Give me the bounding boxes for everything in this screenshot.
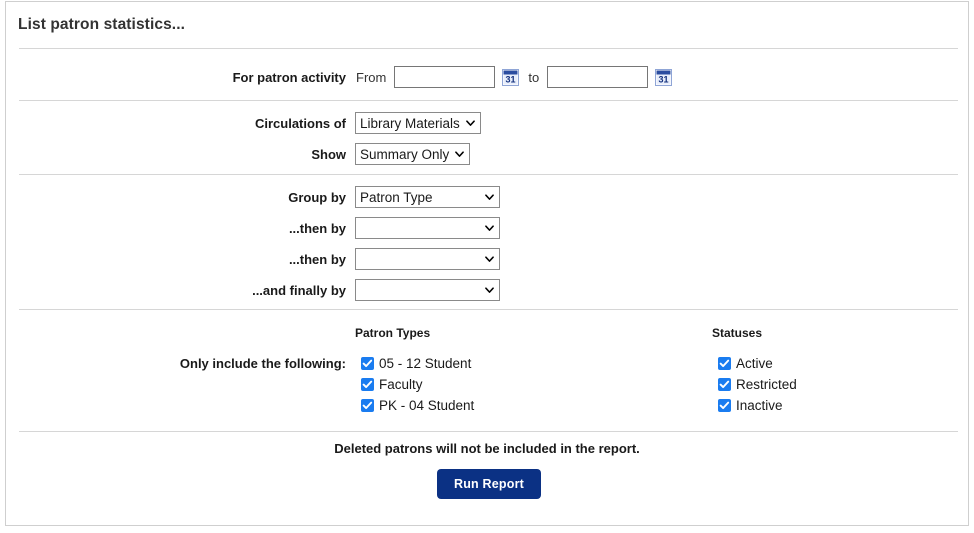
divider-grouping [19, 309, 958, 310]
checkbox-status-0[interactable] [718, 357, 731, 370]
checkbox-item-status-0[interactable]: Active [718, 353, 797, 374]
show-select-value: Summary Only [360, 147, 449, 162]
chevron-down-icon [455, 150, 464, 159]
checkbox-label-patron-type-1: Faculty [379, 377, 423, 392]
chevron-down-icon [485, 286, 494, 295]
calendar-31-icon-to[interactable]: 31 [655, 69, 672, 86]
patron-types-checkbox-group: 05 - 12 Student Faculty PK - 04 Student [361, 353, 474, 416]
checkbox-label-status-0: Active [736, 356, 773, 371]
checkbox-item-patron-type-0[interactable]: 05 - 12 Student [361, 353, 474, 374]
circulations-select-value: Library Materials [360, 116, 460, 131]
show-row: Show Summary Only [6, 143, 946, 165]
circulations-select[interactable]: Library Materials [355, 112, 481, 134]
from-label: From [356, 70, 386, 85]
patron-statistics-page: List patron statistics... For patron act… [0, 0, 974, 533]
activity-from-input[interactable] [394, 66, 495, 88]
only-include-label: Only include the following: [6, 356, 346, 371]
checkbox-status-1[interactable] [718, 378, 731, 391]
chevron-down-icon [466, 119, 475, 128]
group-by-label-2: ...then by [6, 252, 346, 267]
report-card: List patron statistics... For patron act… [5, 1, 969, 526]
calendar-31-icon-from[interactable]: 31 [502, 69, 519, 86]
checkbox-item-status-2[interactable]: Inactive [718, 395, 797, 416]
divider-show [19, 174, 958, 175]
group-by-label-0: Group by [6, 190, 346, 205]
group-by-row-2: ...then by [6, 248, 946, 270]
checkbox-patron-type-1[interactable] [361, 378, 374, 391]
group-by-select-0[interactable]: Patron Type [355, 186, 500, 208]
svg-text:31: 31 [506, 74, 516, 84]
patron-activity-label: For patron activity [6, 70, 346, 85]
chevron-down-icon [485, 193, 494, 202]
checkbox-label-patron-type-2: PK - 04 Student [379, 398, 474, 413]
group-by-select-2[interactable] [355, 248, 500, 270]
page-title: List patron statistics... [18, 16, 185, 34]
checkbox-label-status-2: Inactive [736, 398, 783, 413]
group-by-row-0: Group by Patron Type [6, 186, 946, 208]
checkbox-label-status-1: Restricted [736, 377, 797, 392]
activity-to-input[interactable] [547, 66, 648, 88]
group-by-select-1[interactable] [355, 217, 500, 239]
checkbox-label-patron-type-0: 05 - 12 Student [379, 356, 471, 371]
group-by-label-3: ...and finally by [6, 283, 346, 298]
run-report-button[interactable]: Run Report [437, 469, 541, 499]
group-by-select-3[interactable] [355, 279, 500, 301]
divider-activity [19, 100, 958, 101]
chevron-down-icon [485, 255, 494, 264]
statuses-checkbox-group: Active Restricted Inactive [718, 353, 797, 416]
deleted-patrons-note: Deleted patrons will not be included in … [6, 441, 968, 456]
checkbox-item-patron-type-2[interactable]: PK - 04 Student [361, 395, 474, 416]
group-by-row-3: ...and finally by [6, 279, 946, 301]
group-by-label-1: ...then by [6, 221, 346, 236]
chevron-down-icon [485, 224, 494, 233]
checkbox-item-patron-type-1[interactable]: Faculty [361, 374, 474, 395]
to-label: to [528, 70, 539, 85]
statuses-heading: Statuses [712, 326, 762, 340]
circulations-row: Circulations of Library Materials [6, 112, 946, 134]
group-by-select-value-0: Patron Type [360, 190, 433, 205]
checkbox-status-2[interactable] [718, 399, 731, 412]
checkbox-patron-type-2[interactable] [361, 399, 374, 412]
patron-activity-row: For patron activity From 31 to 31 [6, 66, 946, 88]
divider-title [19, 48, 958, 49]
group-by-row-1: ...then by [6, 217, 946, 239]
show-label: Show [6, 147, 346, 162]
patron-types-heading: Patron Types [355, 326, 430, 340]
circulations-label: Circulations of [6, 116, 346, 131]
divider-filters [19, 431, 958, 432]
checkbox-item-status-1[interactable]: Restricted [718, 374, 797, 395]
checkbox-patron-type-0[interactable] [361, 357, 374, 370]
show-select[interactable]: Summary Only [355, 143, 470, 165]
svg-text:31: 31 [659, 74, 669, 84]
